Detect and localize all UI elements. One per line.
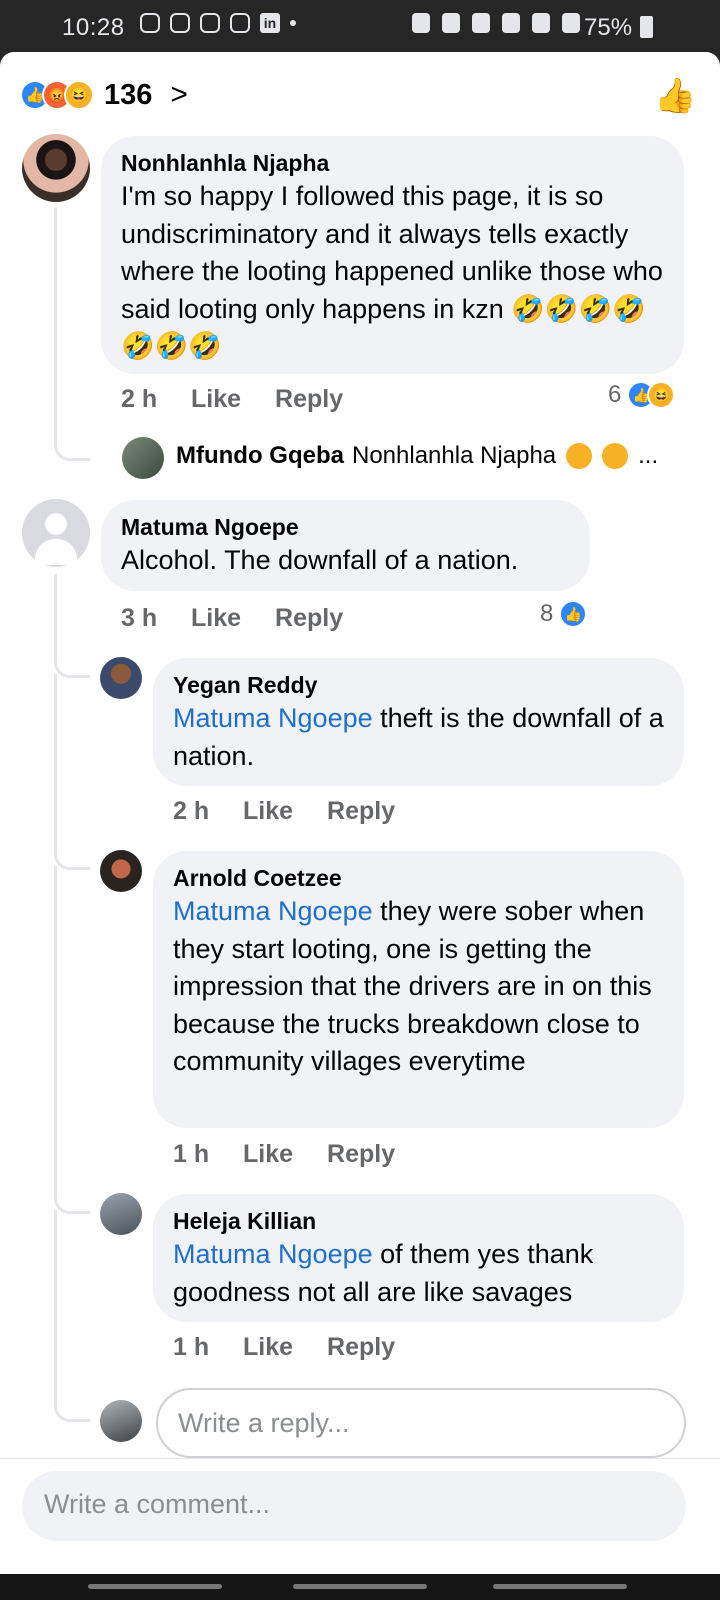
mention-link[interactable]: Matuma Ngoepe xyxy=(173,1239,373,1269)
reply-bubble[interactable]: Heleja Killian Matuma Ngoepe of them yes… xyxy=(153,1194,684,1322)
comment-actions: 2 h Like Reply xyxy=(121,385,343,414)
reply-time: 2 h xyxy=(173,797,210,825)
mention-link[interactable]: Matuma Ngoepe xyxy=(173,703,373,733)
wifi-icon xyxy=(532,13,550,33)
like-button[interactable]: Like xyxy=(243,1140,293,1169)
app-icon xyxy=(140,13,160,33)
avatar[interactable] xyxy=(100,657,142,699)
reply-mention: Nonhlanhla Njapha xyxy=(351,442,557,469)
more-notifications-dot xyxy=(290,20,296,26)
comment-reaction-count: 6 xyxy=(608,381,622,408)
avatar[interactable] xyxy=(22,499,90,567)
thread-line xyxy=(54,674,90,870)
reply-button[interactable]: Reply xyxy=(327,1140,395,1169)
reply-author[interactable]: Heleja Killian xyxy=(173,1206,664,1236)
like-button[interactable]: Like xyxy=(191,604,241,633)
status-time: 10:28 xyxy=(62,14,125,41)
like-button[interactable]: Like xyxy=(243,1333,293,1362)
reply-author[interactable]: Yegan Reddy xyxy=(173,670,664,700)
avatar[interactable] xyxy=(100,1193,142,1235)
reply-time: 1 h xyxy=(173,1333,210,1361)
comment-reactions[interactable]: 8 👍 xyxy=(540,600,588,628)
haha-reaction-icon: 😆 xyxy=(647,381,676,409)
thread-line xyxy=(54,208,90,461)
reply-button[interactable]: Reply xyxy=(327,797,395,826)
reply-button[interactable]: Reply xyxy=(275,385,343,414)
collapsed-reply[interactable]: Mfundo Gqeba Nonhlanhla Njapha ... xyxy=(176,442,658,470)
avatar[interactable] xyxy=(100,850,142,892)
reactions-summary[interactable]: 👍 😡 😆 136 > xyxy=(20,78,188,112)
reply-actions: 1 h Like Reply xyxy=(173,1140,395,1169)
thread-line xyxy=(54,1210,90,1422)
reply-author[interactable]: Arnold Coetzee xyxy=(173,863,664,893)
app-icon xyxy=(200,13,220,33)
avatar[interactable] xyxy=(122,437,164,479)
current-user-avatar xyxy=(100,1400,142,1442)
comment-text: Alcohol. The downfall of a nation. xyxy=(121,545,519,575)
back-nav-button[interactable] xyxy=(493,1584,627,1589)
comment-author[interactable]: Matuma Ngoepe xyxy=(121,512,570,542)
comment-author[interactable]: Nonhlanhla Njapha xyxy=(121,148,664,178)
chevron-right-icon: > xyxy=(170,78,188,111)
linkedin-icon: in xyxy=(260,13,280,33)
reply-time: 1 h xyxy=(173,1140,210,1168)
comment-time: 3 h xyxy=(121,604,158,632)
reaction-count: 136 xyxy=(104,78,153,111)
ellipsis: ... xyxy=(638,442,659,469)
reply-author: Mfundo Gqeba xyxy=(176,442,344,469)
home-nav-button[interactable] xyxy=(293,1584,427,1589)
system-icons xyxy=(412,13,580,33)
comment-bubble[interactable]: Matuma Ngoepe Alcohol. The downfall of a… xyxy=(101,500,590,591)
comment-actions: 3 h Like Reply xyxy=(121,604,343,633)
comment-bubble[interactable]: Nonhlanhla Njapha I'm so happy I followe… xyxy=(101,136,684,374)
comment-text: I'm so happy I followed this page, it is… xyxy=(121,181,663,361)
reply-text: Matuma Ngoepe of them yes thank goodness… xyxy=(173,1236,664,1311)
app-icon xyxy=(170,13,190,33)
system-nav-bar xyxy=(0,1574,720,1600)
comment-time: 2 h xyxy=(121,385,158,413)
app-icon xyxy=(230,13,250,33)
like-post-button[interactable]: 👍 xyxy=(654,76,696,116)
signal-icon xyxy=(562,13,580,33)
alarm-icon xyxy=(442,13,460,33)
like-button[interactable]: Like xyxy=(243,797,293,826)
mention-link[interactable]: Matuma Ngoepe xyxy=(173,896,373,926)
reply-button[interactable]: Reply xyxy=(275,604,343,633)
reply-bubble[interactable]: Arnold Coetzee Matuma Ngoepe they were s… xyxy=(153,851,684,1128)
thread-line xyxy=(54,574,90,678)
like-button[interactable]: Like xyxy=(191,385,241,414)
comment-input[interactable]: Write a comment... xyxy=(22,1471,686,1541)
reply-actions: 2 h Like Reply xyxy=(173,797,395,826)
thread-line xyxy=(54,866,90,1214)
reply-bubble[interactable]: Yegan Reddy Matuma Ngoepe theft is the d… xyxy=(153,658,684,786)
comments-sheet: 👍 😡 😆 136 > 👍 Nonhlanhla Njapha I'm so h… xyxy=(0,52,720,1574)
comment-composer: Write a comment... xyxy=(0,1458,720,1574)
bluetooth-icon xyxy=(472,13,490,33)
recents-nav-button[interactable] xyxy=(88,1584,222,1589)
status-bar: 10:28 in 75% xyxy=(0,0,720,54)
laugh-emoji-icon xyxy=(566,443,593,469)
reply-input[interactable]: Write a reply... xyxy=(156,1388,686,1458)
laugh-emoji-icon xyxy=(602,443,629,469)
reply-button[interactable]: Reply xyxy=(327,1333,395,1362)
mute-icon xyxy=(502,13,520,33)
battery-percent: 75% xyxy=(584,14,633,41)
comment-reactions[interactable]: 6 👍 😆 xyxy=(608,381,676,409)
notification-icons: in xyxy=(140,13,296,33)
like-reaction-icon: 👍 xyxy=(559,600,588,628)
reply-actions: 1 h Like Reply xyxy=(173,1333,395,1362)
reply-text: Matuma Ngoepe theft is the downfall of a… xyxy=(173,700,664,775)
reply-text: Matuma Ngoepe they were sober when they … xyxy=(173,893,664,1081)
lock-icon xyxy=(412,13,430,33)
comment-reaction-count: 8 xyxy=(540,600,554,627)
haha-reaction-icon: 😆 xyxy=(64,80,94,110)
battery-icon xyxy=(640,16,653,38)
avatar[interactable] xyxy=(22,134,90,202)
